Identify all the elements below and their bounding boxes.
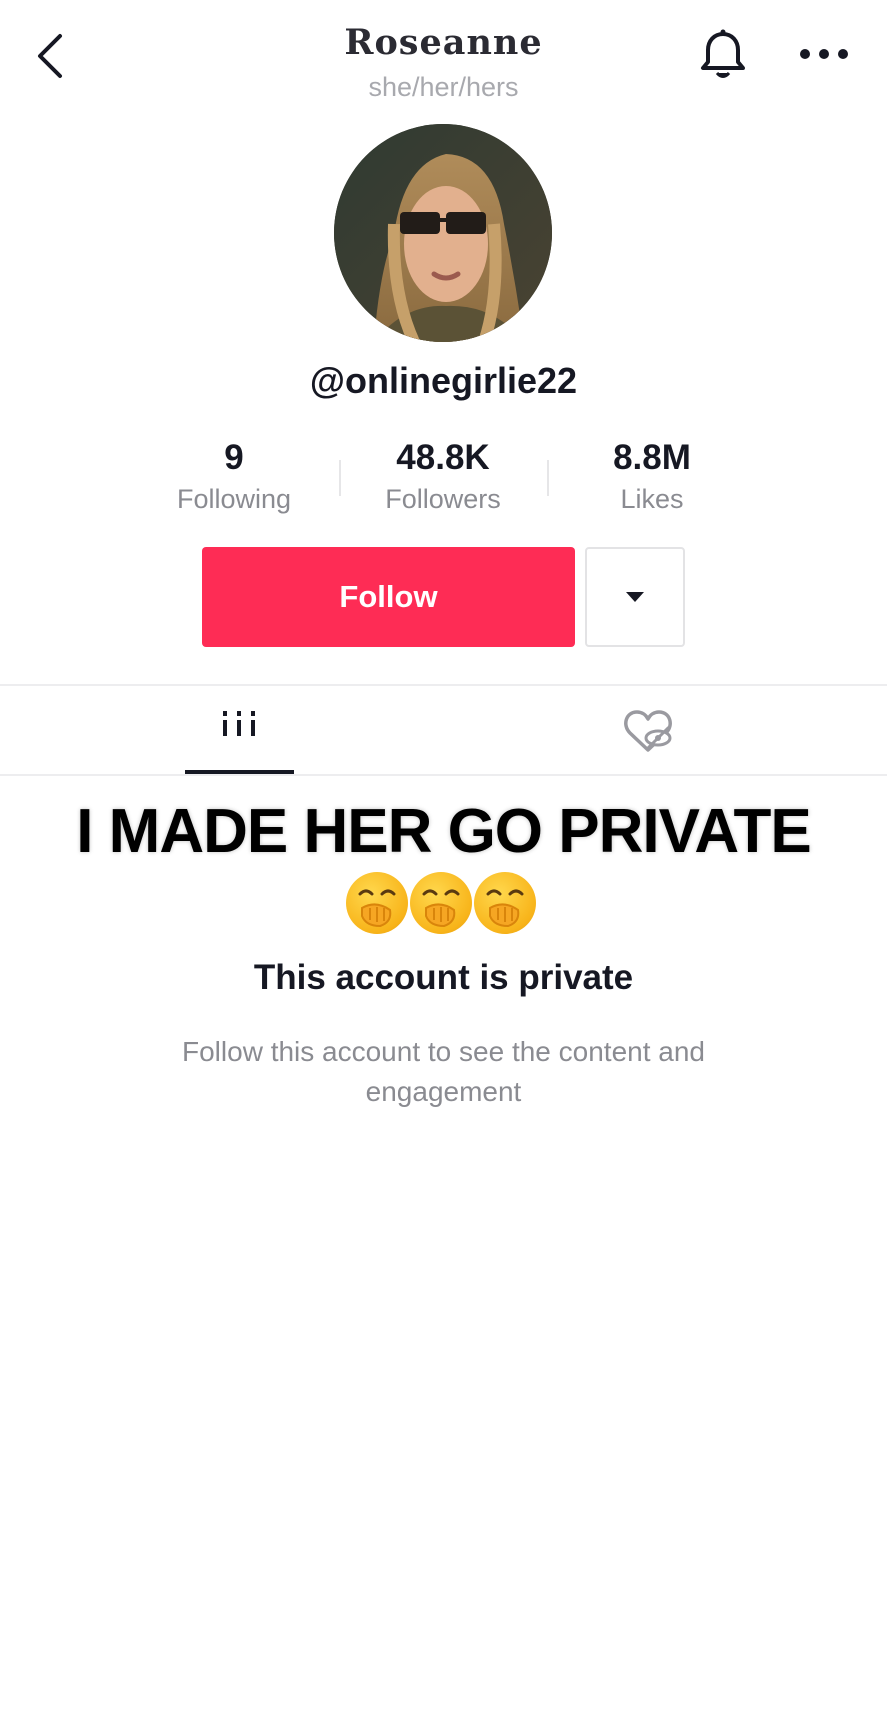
stat-divider: [547, 460, 549, 496]
more-horizontal-icon: [800, 49, 848, 59]
hand-over-mouth-emoji: [474, 872, 536, 934]
stat-label: Followers: [385, 484, 501, 514]
display-name: Roseanne: [344, 22, 543, 63]
stat-value: 8.8M: [613, 438, 691, 477]
avatar[interactable]: [334, 124, 552, 342]
bell-icon: [701, 29, 745, 78]
private-account-description: Follow this account to see the content a…: [182, 1036, 705, 1107]
bio-text: I MADE HER GO PRIVATE: [76, 797, 812, 866]
hand-over-mouth-emoji: [346, 872, 408, 934]
stat-value: 9: [224, 438, 244, 477]
bio-emoji-row: [346, 872, 542, 938]
tabs-divider-top: [0, 684, 887, 686]
stat-following[interactable]: 9 Following: [134, 436, 334, 515]
more-button[interactable]: [795, 36, 853, 72]
private-account-title: This account is private: [253, 958, 634, 997]
avatar-image: [334, 124, 552, 342]
stat-label: Following: [176, 484, 292, 514]
tab-liked[interactable]: [600, 690, 696, 774]
stat-followers[interactable]: 48.8K Followers: [343, 436, 543, 515]
stat-likes[interactable]: 8.8M Likes: [552, 436, 752, 515]
username: @onlinegirlie22: [309, 360, 578, 401]
stat-value: 48.8K: [396, 438, 490, 477]
caret-down-icon: [626, 592, 644, 602]
notification-button[interactable]: [694, 26, 752, 84]
grid-bars-icon: [223, 711, 255, 736]
stat-divider: [339, 460, 341, 496]
tabs-divider-bottom: [0, 774, 887, 776]
suggested-accounts-button[interactable]: [585, 547, 685, 647]
stat-label: Likes: [620, 484, 684, 514]
hand-over-mouth-emoji: [410, 872, 472, 934]
tab-videos[interactable]: [185, 690, 294, 774]
follow-button[interactable]: Follow: [202, 547, 575, 647]
profile-screen: Roseanne she/her/hers @onlinegirlie22 9 …: [0, 0, 887, 1731]
pronouns: she/her/hers: [368, 72, 519, 102]
heart-hidden-icon: [624, 710, 672, 752]
